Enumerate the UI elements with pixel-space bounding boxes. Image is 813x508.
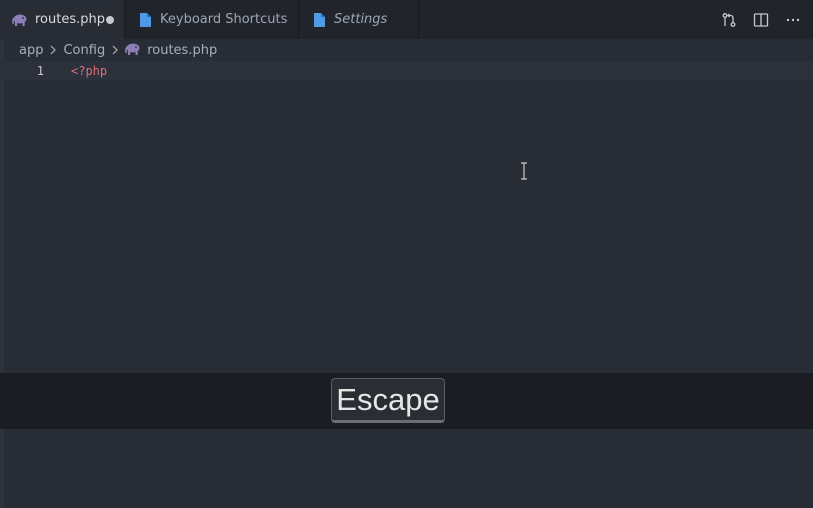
open-changes-icon[interactable] <box>713 0 745 39</box>
tab-label: Settings <box>334 12 388 27</box>
php-elephant-icon <box>12 12 28 28</box>
tab-routes-php[interactable]: routes.php <box>0 0 125 39</box>
file-icon <box>137 12 153 28</box>
text-cursor-icon <box>521 162 527 180</box>
php-elephant-icon <box>125 42 141 58</box>
breadcrumb-item-app[interactable]: app <box>19 43 43 58</box>
split-editor-icon[interactable] <box>745 0 777 39</box>
editor-line[interactable]: 1 <?php <box>0 61 813 80</box>
tab-keyboard-shortcuts[interactable]: Keyboard Shortcuts <box>125 0 299 39</box>
line-code[interactable]: <?php <box>44 64 107 78</box>
breadcrumb-item-config[interactable]: Config <box>63 43 105 58</box>
file-icon <box>311 12 327 28</box>
line-number: 1 <box>36 63 44 78</box>
more-actions-icon[interactable] <box>777 0 809 39</box>
unsaved-dot-icon[interactable] <box>106 15 114 24</box>
tab-label: Keyboard Shortcuts <box>160 12 288 27</box>
chevron-right-icon <box>109 44 121 56</box>
breadcrumb-item-file[interactable]: routes.php <box>125 42 217 58</box>
tab-label: routes.php <box>35 12 105 27</box>
tab-bar: routes.php Keyboard Shortcuts Settings <box>0 0 813 39</box>
breadcrumb: app Config routes.php <box>0 39 813 61</box>
keypress-overlay: Escape <box>0 373 813 429</box>
code-editor[interactable]: 1 <?php <box>0 61 813 373</box>
tab-settings[interactable]: Settings <box>299 0 419 39</box>
chevron-right-icon <box>47 44 59 56</box>
editor-actions <box>713 0 813 39</box>
breadcrumb-file-label: routes.php <box>147 42 218 58</box>
keypress-keycap: Escape <box>331 378 445 423</box>
